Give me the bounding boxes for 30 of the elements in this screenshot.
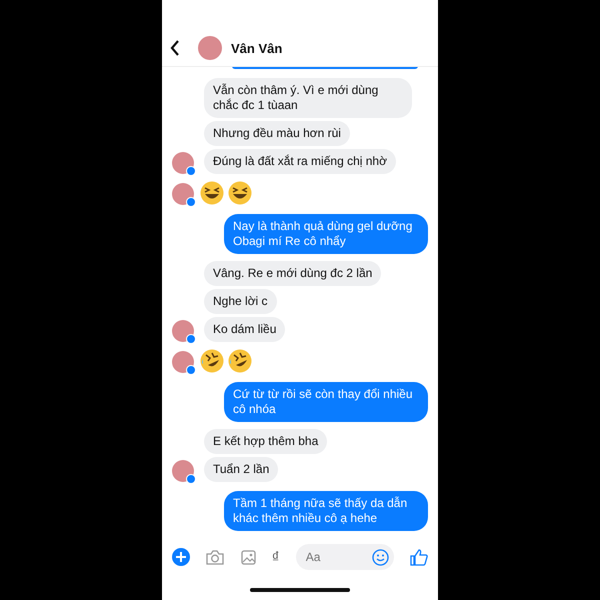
smiley-icon[interactable] — [372, 548, 389, 566]
message-bubble: Cứ từ từ rồi sẽ còn thay đổi nhiều cô nhóa — [224, 382, 428, 422]
avatar — [172, 351, 194, 373]
message-bubble: Nay là thành quả dùng gel dưỡng Obagi mí Re cô nhẩy — [224, 214, 428, 254]
avatar — [172, 183, 194, 205]
back-icon[interactable] — [170, 40, 180, 56]
message-bubble: Ko dám liều — [204, 317, 286, 342]
message-field[interactable]: Aa — [296, 544, 394, 570]
message-bubble: Nghe lời c — [204, 289, 277, 314]
message-bubble: Nhưng đều màu hơn rùi — [204, 121, 350, 146]
avatar — [172, 320, 194, 342]
message-bubble: Vâng. Re e mới dùng đc 2 lần — [204, 261, 382, 286]
rolling-laughing-face-icon — [228, 349, 252, 373]
payment-button[interactable]: ₫ — [272, 548, 280, 566]
thumbs-up-icon[interactable] — [410, 548, 428, 566]
image-icon[interactable] — [240, 550, 256, 564]
message-bubble: E kết hợp thêm bha — [204, 429, 328, 454]
message-bubble: Đúng là đất xắt ra miếng chị nhờ — [204, 149, 396, 174]
message-bubble: Vẫn còn thâm ý. Vì e mới dùng chắc đc 1 tùaan — [204, 78, 412, 118]
contact-name: Vân Vân — [231, 40, 282, 56]
avatar — [198, 36, 222, 60]
message-bubble: Tuẩn 2 lần — [204, 457, 278, 482]
message-bubble: Tầm 1 tháng nữa sẽ thấy da dẫn khác thêm nhiều cô ạ hehe — [224, 491, 428, 531]
avatar — [172, 152, 194, 174]
camera-icon[interactable] — [206, 550, 224, 564]
plus-icon[interactable] — [172, 548, 190, 566]
rolling-laughing-face-icon — [200, 349, 224, 373]
avatar — [172, 460, 194, 482]
laughing-face-icon — [228, 181, 252, 205]
laughing-face-icon — [200, 181, 224, 205]
